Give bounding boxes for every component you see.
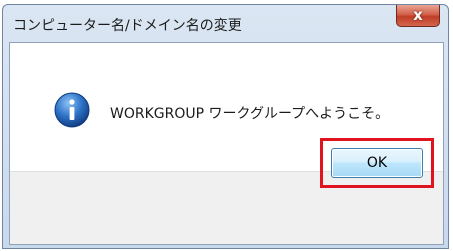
close-button[interactable]: x <box>396 5 440 27</box>
info-icon <box>54 92 90 128</box>
title-bar[interactable]: コンピューター名/ドメイン名の変更 x <box>3 5 448 43</box>
ok-button[interactable]: OK <box>331 148 423 178</box>
close-icon: x <box>413 6 423 24</box>
message-text: WORKGROUP ワークグループへようこそ。 <box>110 106 390 122</box>
window-title: コンピューター名/ドメイン名の変更 <box>13 18 242 34</box>
